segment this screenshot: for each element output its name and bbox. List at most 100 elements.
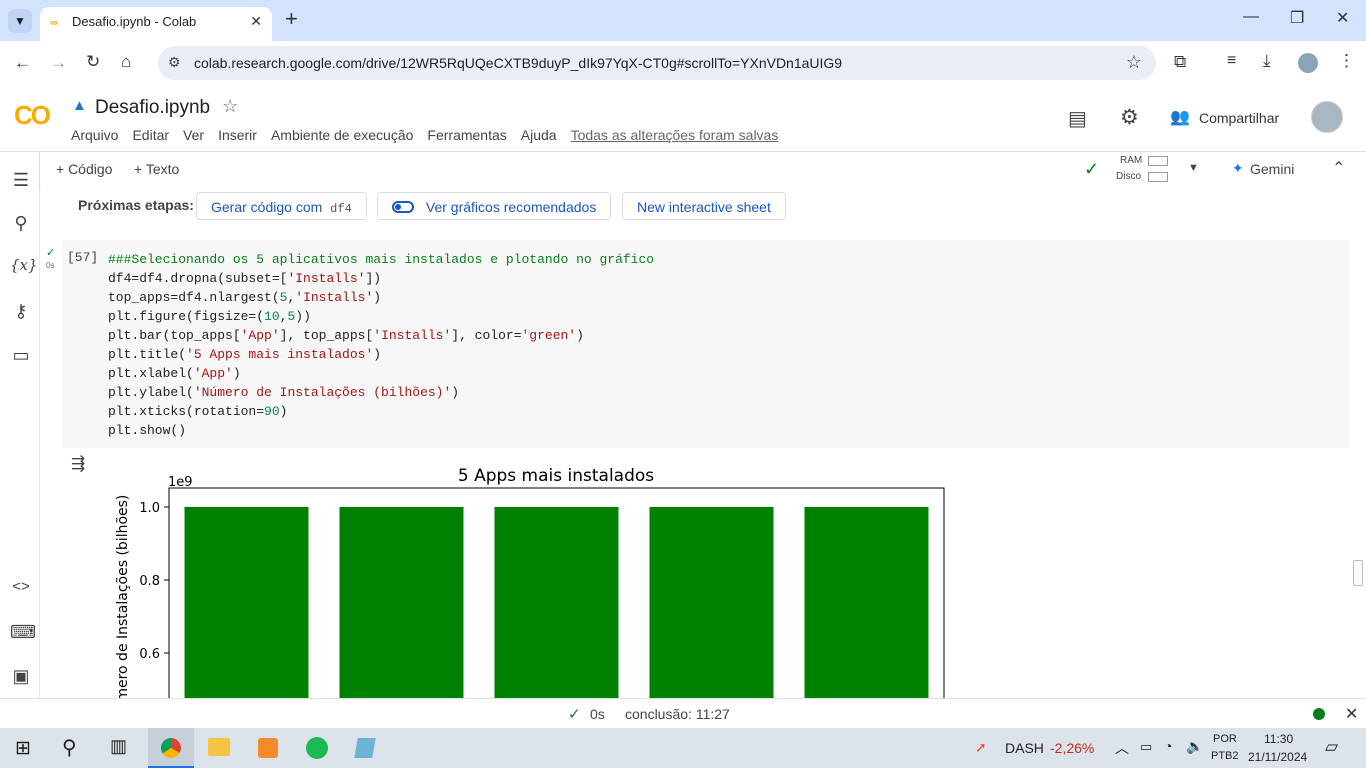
address-bar[interactable]: ⚙ colab.research.google.com/drive/12WR5R… bbox=[158, 46, 1156, 80]
clock-time[interactable]: 11:30 bbox=[1264, 732, 1293, 746]
wifi-icon[interactable]: ◔ bbox=[1164, 738, 1172, 754]
star-icon[interactable]: ☆ bbox=[222, 96, 238, 117]
stock-ticker-name[interactable]: DASH bbox=[1005, 740, 1044, 756]
recommended-charts-label: Ver gráficos recomendados bbox=[425, 199, 597, 215]
generate-code-var: df4 bbox=[330, 202, 352, 216]
share-people-icon[interactable]: 👥 bbox=[1170, 107, 1190, 127]
menu-ver[interactable]: Ver bbox=[183, 127, 204, 143]
share-button[interactable]: Compartilhar bbox=[1199, 110, 1279, 126]
clock-date[interactable]: 21/11/2024 bbox=[1248, 750, 1307, 764]
browser-menu-icon[interactable]: ⋮ bbox=[1338, 51, 1355, 71]
files-folder-icon[interactable]: ▭ bbox=[10, 345, 32, 367]
taskbar-search-icon[interactable]: ⚲ bbox=[62, 735, 77, 760]
notebook-title[interactable]: Desafio.ipynb bbox=[95, 97, 210, 119]
account-avatar[interactable] bbox=[1311, 101, 1343, 133]
forward-icon[interactable]: → bbox=[50, 53, 67, 73]
output-toggle-icon[interactable]: ⇶ bbox=[71, 454, 85, 474]
save-status[interactable]: Todas as alterações foram salvas bbox=[571, 127, 779, 143]
chart-title: 5 Apps mais instalados bbox=[458, 466, 654, 486]
y-ticks-group: 1.0 0.8 0.6 bbox=[139, 501, 169, 662]
generate-code-chip[interactable]: Gerar código com df4 bbox=[196, 192, 367, 220]
menu-ambiente[interactable]: Ambiente de execução bbox=[271, 127, 413, 143]
chart-bar bbox=[184, 507, 309, 698]
media-player-icon[interactable] bbox=[258, 738, 278, 758]
file-explorer-icon[interactable] bbox=[208, 738, 230, 756]
task-view-icon[interactable]: ▥ bbox=[110, 736, 127, 757]
bookmark-star-icon[interactable]: ☆ bbox=[1126, 52, 1142, 73]
status-bar: ✓ 0s conclusão: 11:27 ✕ bbox=[0, 698, 1366, 728]
drive-icon: ▲ bbox=[72, 97, 87, 114]
tab-close-icon[interactable]: ✕ bbox=[250, 13, 262, 30]
site-info-icon[interactable]: ⚙ bbox=[168, 54, 181, 71]
ram-meter[interactable] bbox=[1148, 156, 1168, 166]
notebook-content: Próximas etapas: Gerar código com df4 Ve… bbox=[41, 188, 1366, 698]
interactive-sheet-chip[interactable]: New interactive sheet bbox=[622, 192, 786, 220]
browser-toolbar: ← → ↻ ⌂ ⚙ colab.research.google.com/driv… bbox=[0, 41, 1366, 85]
tab-search-button[interactable]: ▼ bbox=[8, 9, 32, 33]
colab-logo[interactable]: CO bbox=[14, 100, 51, 131]
status-dot-icon bbox=[1313, 708, 1325, 720]
notebook-toolbar: + Código + Texto ✓ RAM Disco ▼ ✦ Gemini … bbox=[40, 152, 1366, 188]
status-time: 0s bbox=[590, 706, 605, 722]
y-axis-label: Número de Instalações (bilhões) bbox=[115, 495, 131, 698]
search-icon[interactable]: ⚲ bbox=[10, 213, 32, 235]
cell-exec-count: [57] bbox=[67, 250, 99, 265]
disk-meter[interactable] bbox=[1148, 172, 1168, 182]
tray-chevron-up-icon[interactable]: ︿ bbox=[1115, 738, 1129, 758]
media-icon[interactable]: ≡ bbox=[1227, 52, 1236, 70]
connected-check-icon: ✓ bbox=[1084, 159, 1100, 179]
restore-icon[interactable]: ❐ bbox=[1290, 8, 1304, 28]
scrollbar-thumb[interactable] bbox=[1353, 560, 1363, 586]
browser-tab-active[interactable]: ∞ Desafio.ipynb - Colab ✕ bbox=[40, 7, 272, 41]
window-close-icon[interactable]: ✕ bbox=[1336, 8, 1349, 28]
browser-tab-strip: ▼ ∞ Desafio.ipynb - Colab ✕ + — ❐ ✕ bbox=[0, 0, 1366, 41]
table-of-contents-icon[interactable]: ☰ bbox=[10, 170, 32, 192]
secrets-key-icon[interactable]: ⚷ bbox=[10, 301, 32, 323]
profile-avatar[interactable] bbox=[1298, 53, 1318, 73]
battery-icon[interactable]: ▭ bbox=[1140, 739, 1152, 755]
extensions-icon[interactable]: ⧉ bbox=[1174, 52, 1186, 72]
cell-run-check-icon[interactable]: ✓ bbox=[46, 246, 55, 259]
settings-gear-icon[interactable]: ⚙ bbox=[1120, 105, 1139, 130]
menu-ferramentas[interactable]: Ferramentas bbox=[427, 127, 506, 143]
recommended-charts-chip[interactable]: Ver gráficos recomendados bbox=[377, 192, 612, 220]
terminal-icon[interactable]: ▣ bbox=[10, 666, 32, 688]
notifications-icon[interactable]: ▱ bbox=[1325, 737, 1338, 757]
add-code-button[interactable]: + Código bbox=[56, 161, 112, 177]
back-icon[interactable]: ← bbox=[14, 53, 31, 73]
command-palette-icon[interactable]: ⌨ bbox=[10, 622, 36, 644]
spotify-icon[interactable] bbox=[306, 737, 328, 759]
variables-icon[interactable]: {x} bbox=[10, 256, 38, 278]
gemini-button[interactable]: Gemini bbox=[1250, 161, 1294, 177]
add-text-button[interactable]: + Texto bbox=[134, 161, 179, 177]
chrome-taskbar-app[interactable] bbox=[148, 728, 194, 768]
notes-app-icon[interactable] bbox=[354, 738, 376, 758]
code-editor[interactable]: ###Selecionando os 5 aplicativos mais in… bbox=[108, 250, 654, 440]
colab-favicon-icon: ∞ bbox=[50, 17, 58, 29]
home-icon[interactable]: ⌂ bbox=[121, 52, 131, 72]
download-icon[interactable]: ⤓ bbox=[1263, 51, 1271, 71]
minimize-icon[interactable]: — bbox=[1243, 8, 1259, 26]
new-tab-button[interactable]: + bbox=[285, 6, 298, 32]
collapse-chevron-up-icon[interactable]: ⌃ bbox=[1332, 158, 1345, 178]
chevron-down-icon: ▼ bbox=[14, 14, 26, 28]
language-primary[interactable]: POR bbox=[1213, 733, 1237, 745]
menu-arquivo[interactable]: Arquivo bbox=[71, 127, 118, 143]
ram-label: RAM bbox=[1120, 155, 1143, 166]
code-cell[interactable]: [57] ###Selecionando os 5 aplicativos ma… bbox=[62, 240, 1350, 448]
language-secondary[interactable]: PTB2 bbox=[1211, 750, 1239, 762]
windows-start-icon[interactable]: ⊞ bbox=[15, 737, 31, 760]
menu-inserir[interactable]: Inserir bbox=[218, 127, 257, 143]
volume-icon[interactable]: 🔈 bbox=[1186, 738, 1203, 755]
menu-editar[interactable]: Editar bbox=[132, 127, 169, 143]
runtime-dropdown-icon[interactable]: ▼ bbox=[1188, 162, 1199, 174]
tab-title: Desafio.ipynb - Colab bbox=[72, 14, 197, 29]
comment-icon[interactable]: ▤ bbox=[1068, 106, 1087, 131]
reload-icon[interactable]: ↻ bbox=[86, 52, 100, 72]
generate-code-label: Gerar código com bbox=[211, 199, 323, 215]
stock-ticker-icon: ➚ bbox=[975, 739, 987, 755]
menu-ajuda[interactable]: Ajuda bbox=[521, 127, 557, 143]
toggle-icon bbox=[392, 201, 414, 213]
status-close-icon[interactable]: ✕ bbox=[1345, 704, 1358, 724]
code-snippets-icon[interactable]: <> bbox=[10, 578, 32, 600]
